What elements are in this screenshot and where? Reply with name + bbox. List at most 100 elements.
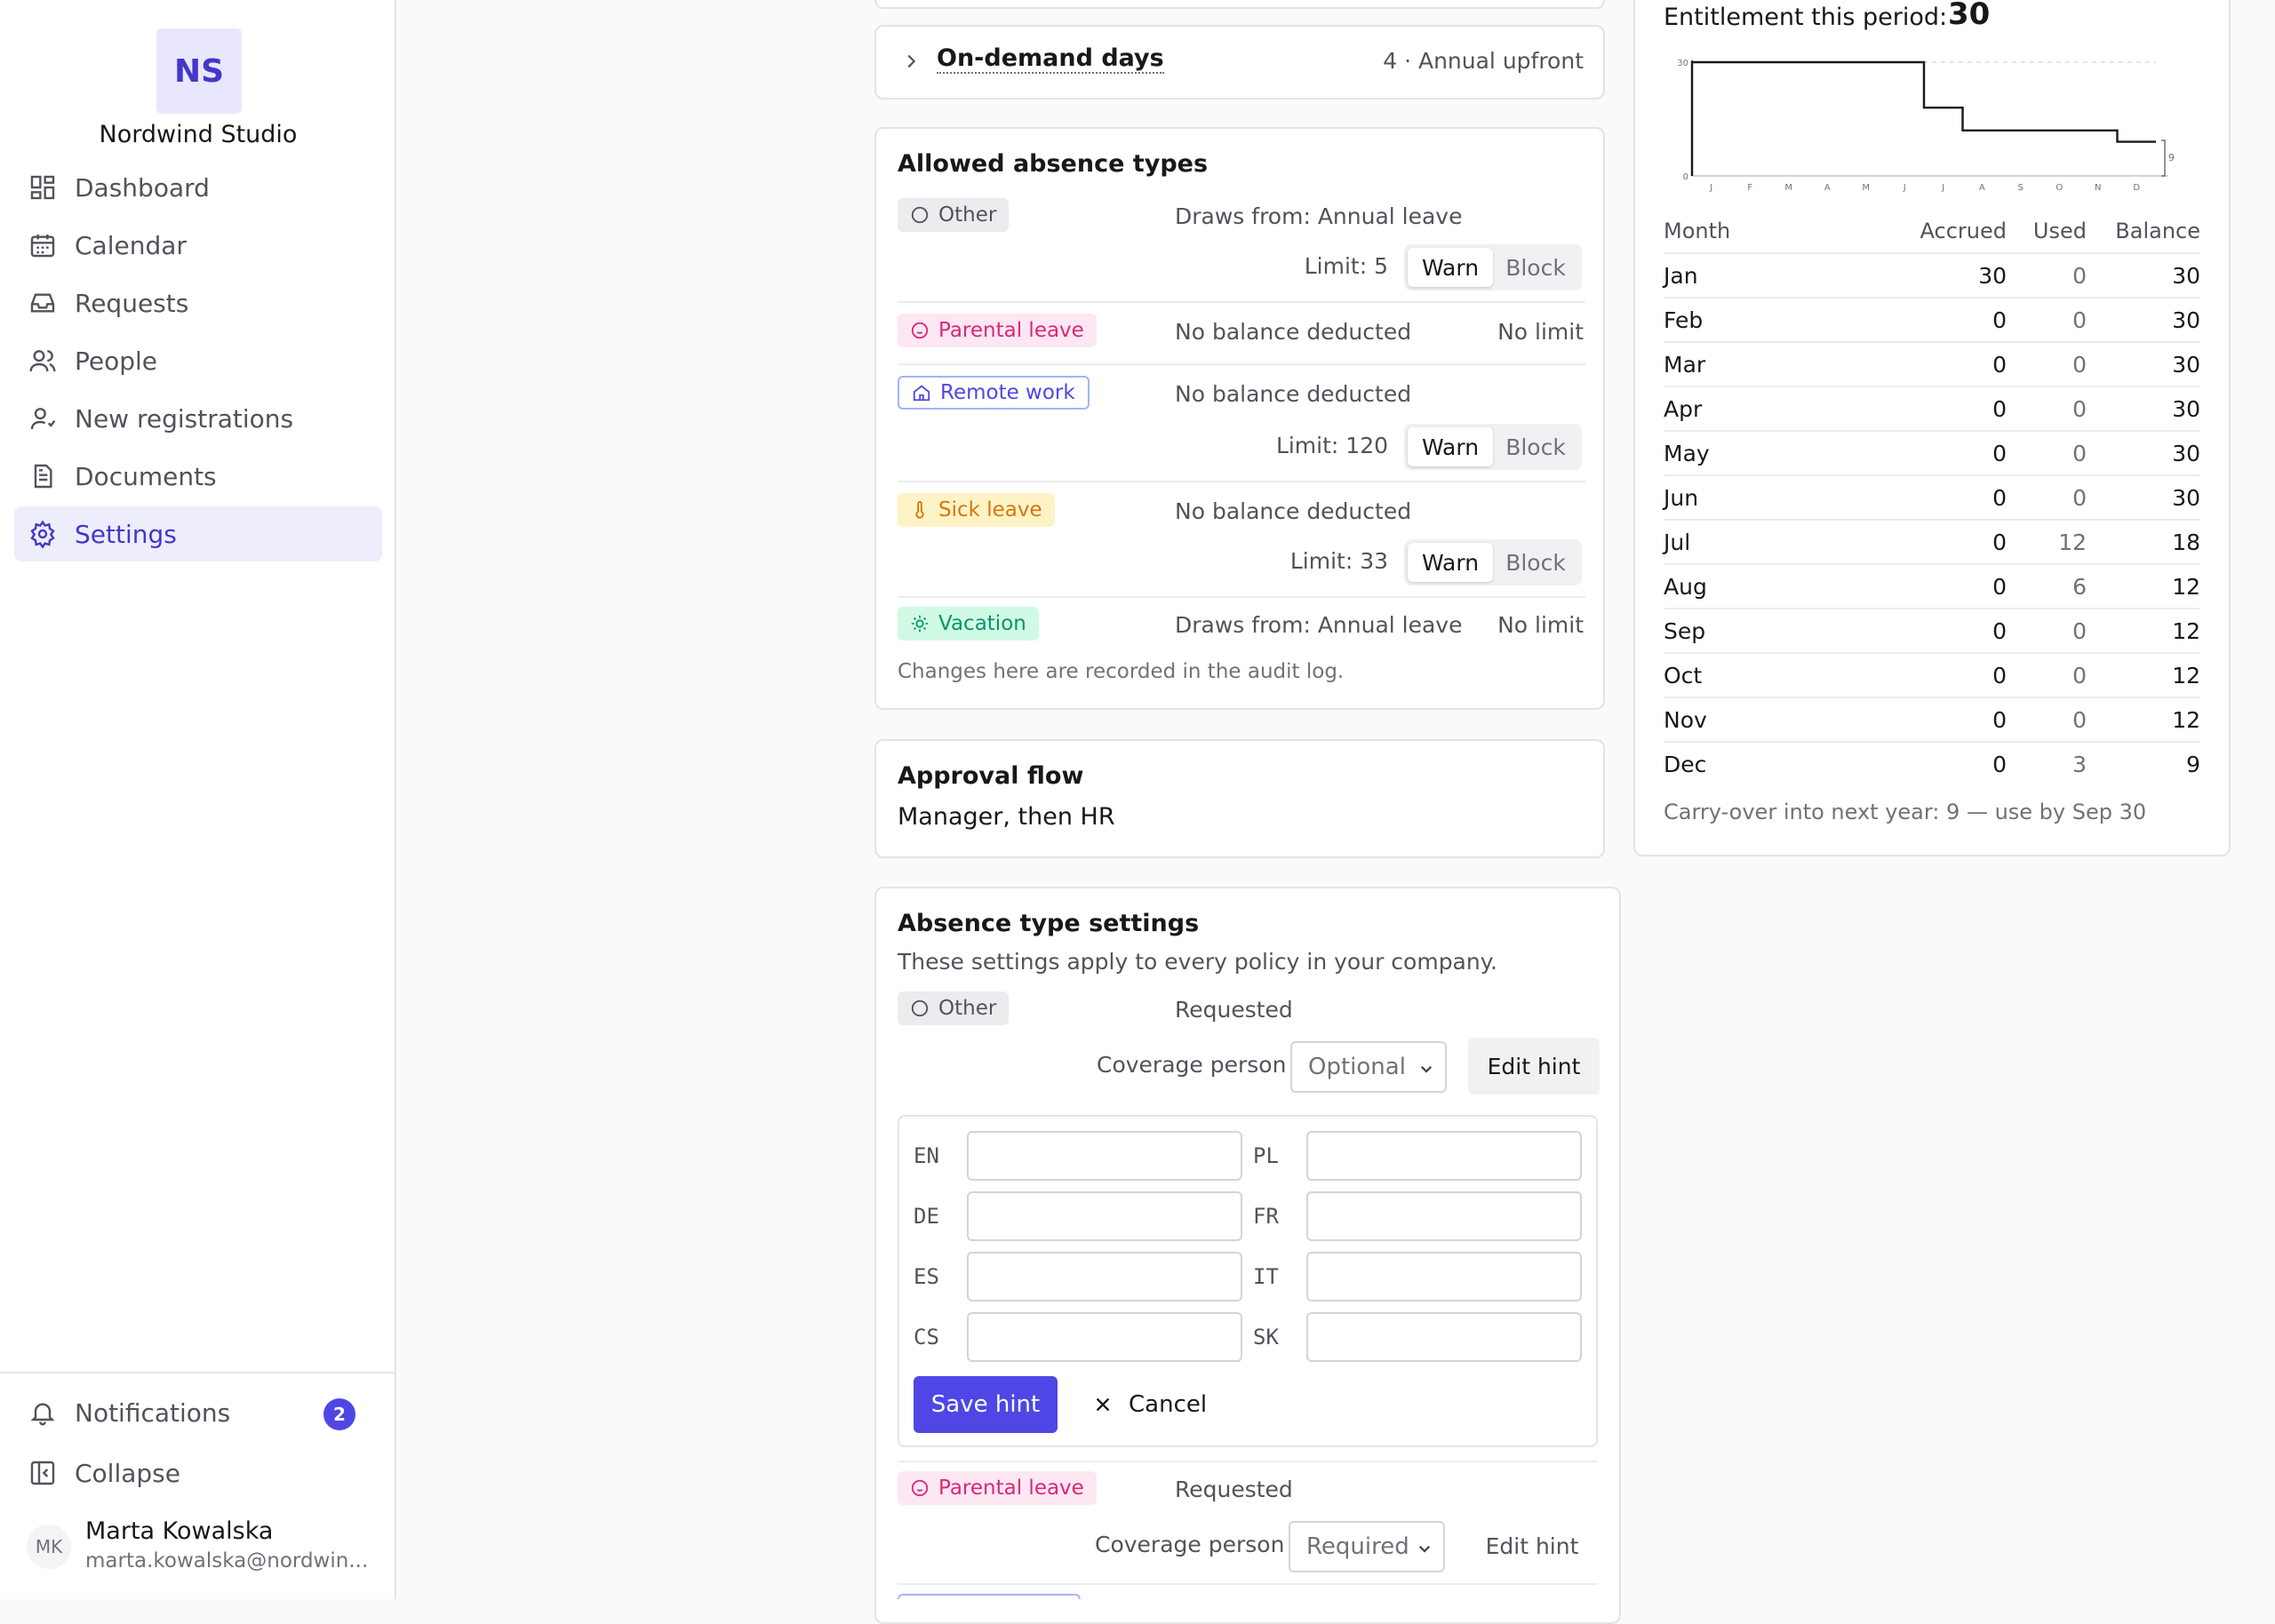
sidebar-item-label: Requests bbox=[75, 288, 189, 318]
hint-input-de[interactable] bbox=[967, 1191, 1242, 1241]
sidebar-item-new-registrations[interactable]: New registrations bbox=[14, 391, 382, 446]
month-cell: Nov bbox=[1664, 707, 1707, 733]
balance-cell: 30 bbox=[2172, 307, 2200, 333]
save-hint-button[interactable]: Save hint bbox=[914, 1376, 1058, 1433]
limit-mode-toggle[interactable]: Warn Block bbox=[1404, 424, 1582, 470]
org-logo[interactable]: NS bbox=[156, 28, 242, 114]
dashboard-icon bbox=[28, 173, 57, 202]
thermometer-icon bbox=[915, 500, 924, 519]
month-cell: Feb bbox=[1664, 307, 1704, 333]
carry-over-bracket bbox=[2161, 139, 2166, 177]
calendar-icon bbox=[28, 231, 57, 259]
used-cell: 12 bbox=[2058, 529, 2087, 555]
divider bbox=[898, 301, 1585, 303]
lang-label-pl: PL bbox=[1253, 1143, 1279, 1168]
coverage-person-select[interactable]: Required bbox=[1289, 1521, 1445, 1572]
sidebar-item-people[interactable]: People bbox=[14, 333, 382, 388]
accrued-cell: 0 bbox=[1992, 529, 2007, 555]
x-tick-labels: JFMAMJJASOND bbox=[1709, 183, 2140, 193]
sidebar-collapse-icon bbox=[28, 1459, 57, 1487]
x-tick-label: S bbox=[2018, 183, 2024, 193]
allowed-absence-types-card: Allowed absence types Other Draws from: … bbox=[874, 127, 1605, 710]
sidebar: NS Nordwind Studio Dashboard Calendar Re… bbox=[0, 0, 396, 1599]
used-cell: 0 bbox=[2072, 441, 2087, 466]
sidebar-item-documents[interactable]: Documents bbox=[14, 449, 382, 504]
edit-hint-button[interactable]: Edit hint bbox=[1466, 1517, 1598, 1574]
block-option[interactable]: Block bbox=[1493, 427, 1578, 466]
notifications-button[interactable]: Notifications 2 bbox=[14, 1386, 382, 1439]
sidebar-item-dashboard[interactable]: Dashboard bbox=[14, 160, 382, 215]
on-demand-days-title[interactable]: On-demand days bbox=[937, 44, 1164, 74]
circle-icon bbox=[911, 999, 929, 1017]
sidebar-item-label: Settings bbox=[75, 519, 177, 549]
limit-mode-toggle[interactable]: Warn Block bbox=[1404, 539, 1582, 585]
limit-text: Limit: 33 bbox=[1289, 548, 1388, 574]
accrued-cell: 0 bbox=[1992, 752, 2007, 777]
x-tick-label: A bbox=[1979, 183, 1985, 193]
used-cell: 0 bbox=[2072, 396, 2087, 422]
hint-input-cs[interactable] bbox=[967, 1312, 1242, 1362]
hint-input-it[interactable] bbox=[1306, 1252, 1582, 1302]
table-row: Jan 30 0 30 bbox=[1664, 252, 2200, 297]
sidebar-item-requests[interactable]: Requests bbox=[14, 275, 382, 330]
coverage-person-select[interactable]: Optional bbox=[1290, 1041, 1447, 1093]
month-cell: Oct bbox=[1664, 663, 1703, 689]
month-cell: Jul bbox=[1664, 529, 1691, 555]
sidebar-item-settings[interactable]: Settings bbox=[14, 506, 382, 561]
chip-label: Other bbox=[938, 997, 997, 1020]
used-cell: 0 bbox=[2072, 707, 2087, 733]
table-row: Mar 0 0 30 bbox=[1664, 341, 2200, 386]
absence-chip-parental-leave: Parental leave bbox=[898, 1471, 1097, 1505]
edit-hint-button[interactable]: Edit hint bbox=[1468, 1038, 1600, 1095]
month-cell: Sep bbox=[1664, 618, 1706, 644]
divider bbox=[898, 1583, 1598, 1585]
accrued-cell: 0 bbox=[1992, 307, 2007, 333]
chip-label: Remote work bbox=[940, 381, 1075, 404]
inbox-icon bbox=[28, 289, 57, 317]
hint-input-en[interactable] bbox=[967, 1131, 1242, 1181]
used-cell: 6 bbox=[2072, 574, 2087, 600]
chevron-right-icon[interactable] bbox=[901, 52, 921, 71]
hint-editor: EN PL DE FR ES IT CS SK Save hint Cancel bbox=[898, 1115, 1598, 1447]
approval-flow-value: Manager, then HR bbox=[898, 803, 1115, 831]
sidebar-item-calendar[interactable]: Calendar bbox=[14, 218, 382, 273]
balance-cell: 30 bbox=[2172, 352, 2200, 378]
hint-input-pl[interactable] bbox=[1306, 1131, 1582, 1181]
used-cell: 0 bbox=[2072, 307, 2087, 333]
balance-cell: 18 bbox=[2172, 529, 2200, 555]
sidebar-item-label: Dashboard bbox=[75, 172, 210, 203]
collapse-button[interactable]: Collapse bbox=[14, 1446, 382, 1500]
block-option[interactable]: Block bbox=[1493, 543, 1578, 582]
table-row: May 0 0 30 bbox=[1664, 430, 2200, 474]
coverage-person-label: Coverage person bbox=[1095, 1532, 1285, 1557]
y-tick-label: 30 bbox=[1677, 59, 1688, 68]
column-header-month: Month bbox=[1664, 219, 1731, 243]
card-title: Approval flow bbox=[898, 762, 1084, 790]
warn-option[interactable]: Warn bbox=[1408, 543, 1493, 582]
warn-option[interactable]: Warn bbox=[1408, 427, 1493, 466]
table-row: Jun 0 0 30 bbox=[1664, 474, 2200, 519]
cancel-button[interactable]: Cancel bbox=[1093, 1376, 1207, 1433]
warn-option[interactable]: Warn bbox=[1408, 248, 1493, 287]
hint-input-es[interactable] bbox=[967, 1252, 1242, 1302]
on-demand-days-card[interactable]: On-demand days 4 · Annual upfront bbox=[874, 25, 1605, 100]
card-title: Allowed absence types bbox=[898, 150, 1209, 178]
hint-input-fr[interactable] bbox=[1306, 1191, 1582, 1241]
hint-input-sk[interactable] bbox=[1306, 1312, 1582, 1362]
month-cell: Mar bbox=[1664, 352, 1706, 378]
entitlement-label: Entitlement this period: bbox=[1664, 4, 1948, 31]
balance-cell: 30 bbox=[2172, 263, 2200, 289]
block-option[interactable]: Block bbox=[1493, 248, 1578, 287]
lang-label-it: IT bbox=[1253, 1264, 1279, 1289]
user-profile[interactable]: MK Marta Kowalska marta.kowalska@nordwin… bbox=[27, 1510, 382, 1581]
accrued-cell: 0 bbox=[1992, 485, 2007, 511]
sun-icon bbox=[911, 615, 929, 633]
limit-mode-toggle[interactable]: Warn Block bbox=[1404, 244, 1582, 291]
used-cell: 3 bbox=[2072, 752, 2087, 777]
x-tick-label: J bbox=[1903, 183, 1906, 193]
limit-text: Limit: 5 bbox=[1304, 253, 1388, 279]
accrued-cell: 0 bbox=[1992, 352, 2007, 378]
sidebar-item-label: Calendar bbox=[75, 230, 187, 260]
limit-text: No limit bbox=[1497, 612, 1584, 638]
table-row: Feb 0 0 30 bbox=[1664, 297, 2200, 341]
